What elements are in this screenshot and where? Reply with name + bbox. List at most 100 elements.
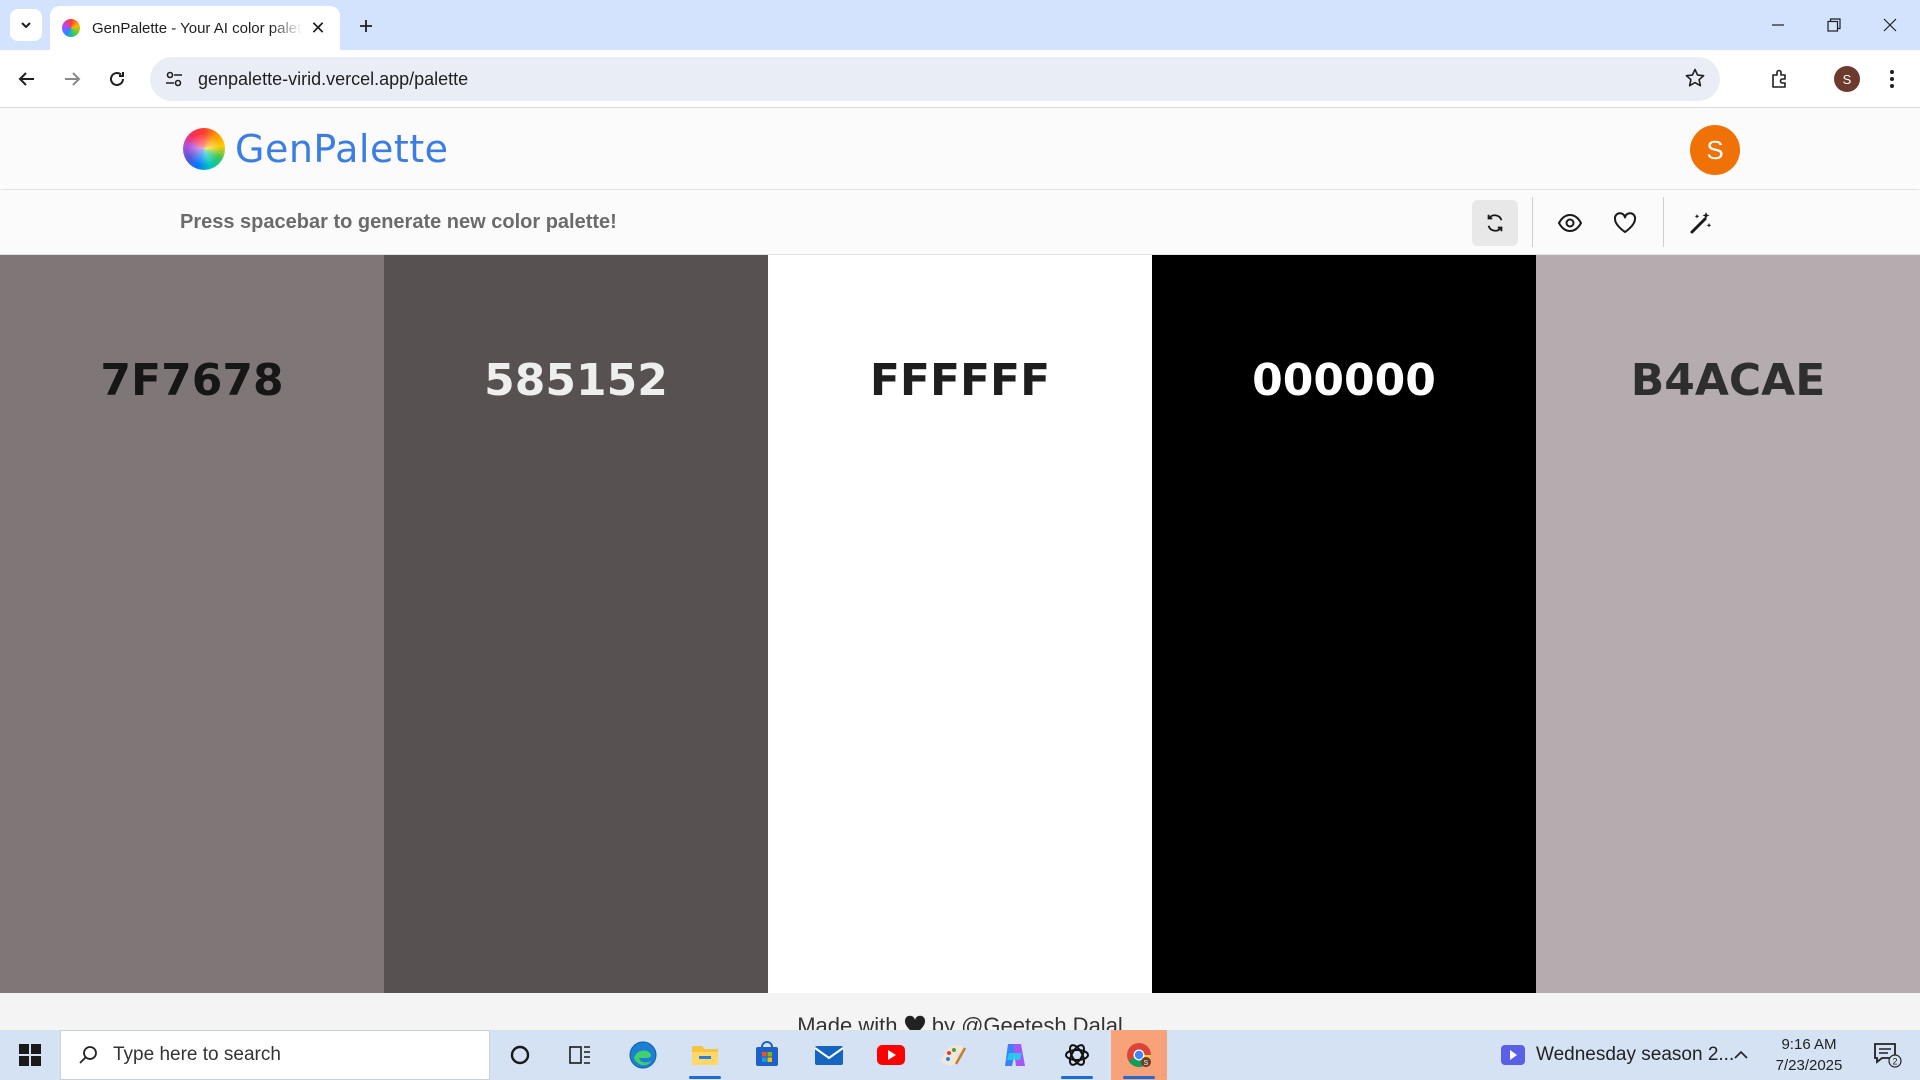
refresh-icon bbox=[1487, 214, 1503, 232]
close-tab-icon[interactable]: ✕ bbox=[308, 18, 328, 39]
browser-tab-active[interactable]: GenPalette - Your AI color palette gener… bbox=[50, 6, 340, 50]
forward-icon bbox=[65, 72, 81, 86]
copilot-taskbar-button[interactable] bbox=[987, 1030, 1043, 1080]
color-swatch-5[interactable]: B4ACAE bbox=[1536, 255, 1920, 993]
hex-code[interactable]: 000000 bbox=[1152, 355, 1536, 406]
paint-icon bbox=[942, 1045, 967, 1066]
tab-title: GenPalette - Your AI color palette gener… bbox=[92, 19, 302, 37]
windows-taskbar: Type here to search S Wednesday season 2… bbox=[0, 1030, 1920, 1080]
close-window-button[interactable] bbox=[1862, 0, 1918, 50]
hex-code[interactable]: 585152 bbox=[384, 355, 768, 406]
color-swatch-1[interactable]: 7F7678 bbox=[0, 255, 384, 993]
chevron-down-icon bbox=[21, 22, 31, 29]
preview-button[interactable] bbox=[1547, 200, 1593, 246]
edge-taskbar-button[interactable] bbox=[615, 1030, 671, 1080]
news-widget[interactable]: Wednesday season 2... bbox=[1500, 1030, 1734, 1080]
file-explorer-icon bbox=[692, 1046, 718, 1065]
show-hidden-icons-button[interactable] bbox=[1726, 1030, 1756, 1080]
edge-icon bbox=[629, 1041, 657, 1069]
minimize-button[interactable] bbox=[1750, 0, 1806, 50]
back-button[interactable] bbox=[9, 61, 45, 97]
taskbar-search-placeholder[interactable]: Type here to search bbox=[113, 1044, 281, 1066]
address-bar[interactable]: genpalette-virid.vercel.app/palette bbox=[150, 57, 1720, 101]
video-news-icon bbox=[1501, 1045, 1525, 1065]
app-logo-text[interactable]: GenPalette bbox=[235, 127, 449, 171]
tab-search-button[interactable] bbox=[10, 9, 42, 41]
color-swatch-3[interactable]: FFFFFF bbox=[768, 255, 1152, 993]
eye-icon bbox=[1557, 213, 1583, 233]
footer-author-link[interactable]: by @Geetesh Dalal bbox=[932, 1013, 1123, 1030]
taskbar-search-box[interactable]: Type here to search bbox=[60, 1030, 490, 1080]
paint-taskbar-button[interactable] bbox=[925, 1030, 981, 1080]
genpalette-favicon-icon bbox=[62, 19, 80, 37]
site-info-icon[interactable] bbox=[154, 57, 194, 101]
forward-button[interactable] bbox=[54, 61, 90, 97]
extensions-button[interactable] bbox=[1762, 61, 1798, 97]
plus-icon bbox=[360, 20, 372, 32]
color-swatch-2[interactable]: 585152 bbox=[384, 255, 768, 993]
browser-tab-strip: GenPalette - Your AI color palette gener… bbox=[0, 0, 1920, 50]
store-taskbar-button[interactable] bbox=[739, 1030, 795, 1080]
action-divider bbox=[1663, 197, 1664, 247]
footer-credit: Made with by @Geetesh Dalal bbox=[0, 1013, 1920, 1030]
task-view-button[interactable] bbox=[552, 1030, 608, 1080]
reload-icon bbox=[110, 71, 124, 86]
store-icon bbox=[756, 1041, 778, 1066]
regenerate-button[interactable] bbox=[1472, 200, 1518, 246]
color-swatch-4[interactable]: 000000 bbox=[1152, 255, 1536, 993]
clock-time: 9:16 AM bbox=[1781, 1036, 1837, 1053]
hex-code[interactable]: FFFFFF bbox=[768, 355, 1152, 406]
restore-button[interactable] bbox=[1806, 0, 1862, 50]
action-divider bbox=[1532, 197, 1533, 247]
taskbar-clock[interactable]: 9:16 AM 7/23/2025 bbox=[1774, 1034, 1844, 1076]
save-favorite-button[interactable] bbox=[1602, 200, 1648, 246]
browser-profile-avatar[interactable]: S bbox=[1834, 66, 1860, 92]
start-button[interactable] bbox=[0, 1030, 60, 1080]
svg-text:S: S bbox=[1144, 1060, 1149, 1067]
news-widget-text[interactable]: Wednesday season 2... bbox=[1536, 1044, 1734, 1066]
hex-code[interactable]: 7F7678 bbox=[0, 355, 384, 406]
chrome-taskbar-button[interactable]: S bbox=[1111, 1030, 1167, 1080]
app-header: GenPalette S bbox=[0, 109, 1920, 189]
magic-wand-icon bbox=[1690, 212, 1712, 234]
minimize-icon bbox=[1772, 24, 1784, 26]
file-explorer-taskbar-button[interactable] bbox=[677, 1030, 733, 1080]
spacebar-hint: Press spacebar to generate new color pal… bbox=[180, 211, 617, 233]
clock-date: 7/23/2025 bbox=[1775, 1057, 1843, 1074]
ai-generate-button[interactable] bbox=[1678, 200, 1724, 246]
bookmark-star-icon[interactable] bbox=[1684, 67, 1706, 94]
reload-button[interactable] bbox=[99, 61, 135, 97]
heart-filled-icon bbox=[904, 1015, 925, 1030]
genpalette-logo-icon[interactable] bbox=[183, 128, 225, 170]
browser-toolbar: genpalette-virid.vercel.app/palette bbox=[0, 50, 1920, 108]
chrome-icon: S bbox=[1127, 1043, 1151, 1068]
url-text[interactable]: genpalette-virid.vercel.app/palette bbox=[198, 69, 468, 90]
youtube-taskbar-button[interactable] bbox=[863, 1030, 919, 1080]
restore-icon bbox=[1827, 18, 1841, 32]
notification-icon: 2 bbox=[1874, 1043, 1902, 1068]
windows-logo-icon bbox=[19, 1044, 41, 1066]
color-palette: 7F7678 585152 FFFFFF 000000 B4ACAE bbox=[0, 255, 1920, 993]
task-view-icon bbox=[569, 1046, 590, 1064]
back-icon bbox=[18, 72, 34, 86]
cortana-icon bbox=[510, 1045, 530, 1065]
extensions-icon bbox=[1772, 69, 1786, 88]
mail-taskbar-button[interactable] bbox=[801, 1030, 857, 1080]
mail-icon bbox=[814, 1046, 844, 1065]
youtube-icon bbox=[877, 1045, 905, 1065]
cortana-button[interactable] bbox=[492, 1030, 548, 1080]
search-icon bbox=[79, 1046, 97, 1064]
chatgpt-icon bbox=[1065, 1044, 1089, 1066]
heart-icon bbox=[1613, 212, 1637, 233]
chatgpt-taskbar-button[interactable] bbox=[1049, 1030, 1105, 1080]
palette-action-bar: Press spacebar to generate new color pal… bbox=[0, 190, 1920, 255]
page-footer: Made with by @Geetesh Dalal bbox=[0, 993, 1920, 1030]
chevron-up-icon bbox=[1734, 1050, 1748, 1059]
svg-text:2: 2 bbox=[1892, 1057, 1897, 1067]
user-avatar[interactable]: S bbox=[1690, 125, 1740, 175]
copilot-icon bbox=[1005, 1044, 1025, 1066]
notification-center-button[interactable]: 2 bbox=[1862, 1030, 1912, 1080]
new-tab-button[interactable] bbox=[350, 10, 382, 42]
hex-code[interactable]: B4ACAE bbox=[1536, 355, 1920, 406]
browser-menu-button[interactable] bbox=[1880, 61, 1904, 97]
